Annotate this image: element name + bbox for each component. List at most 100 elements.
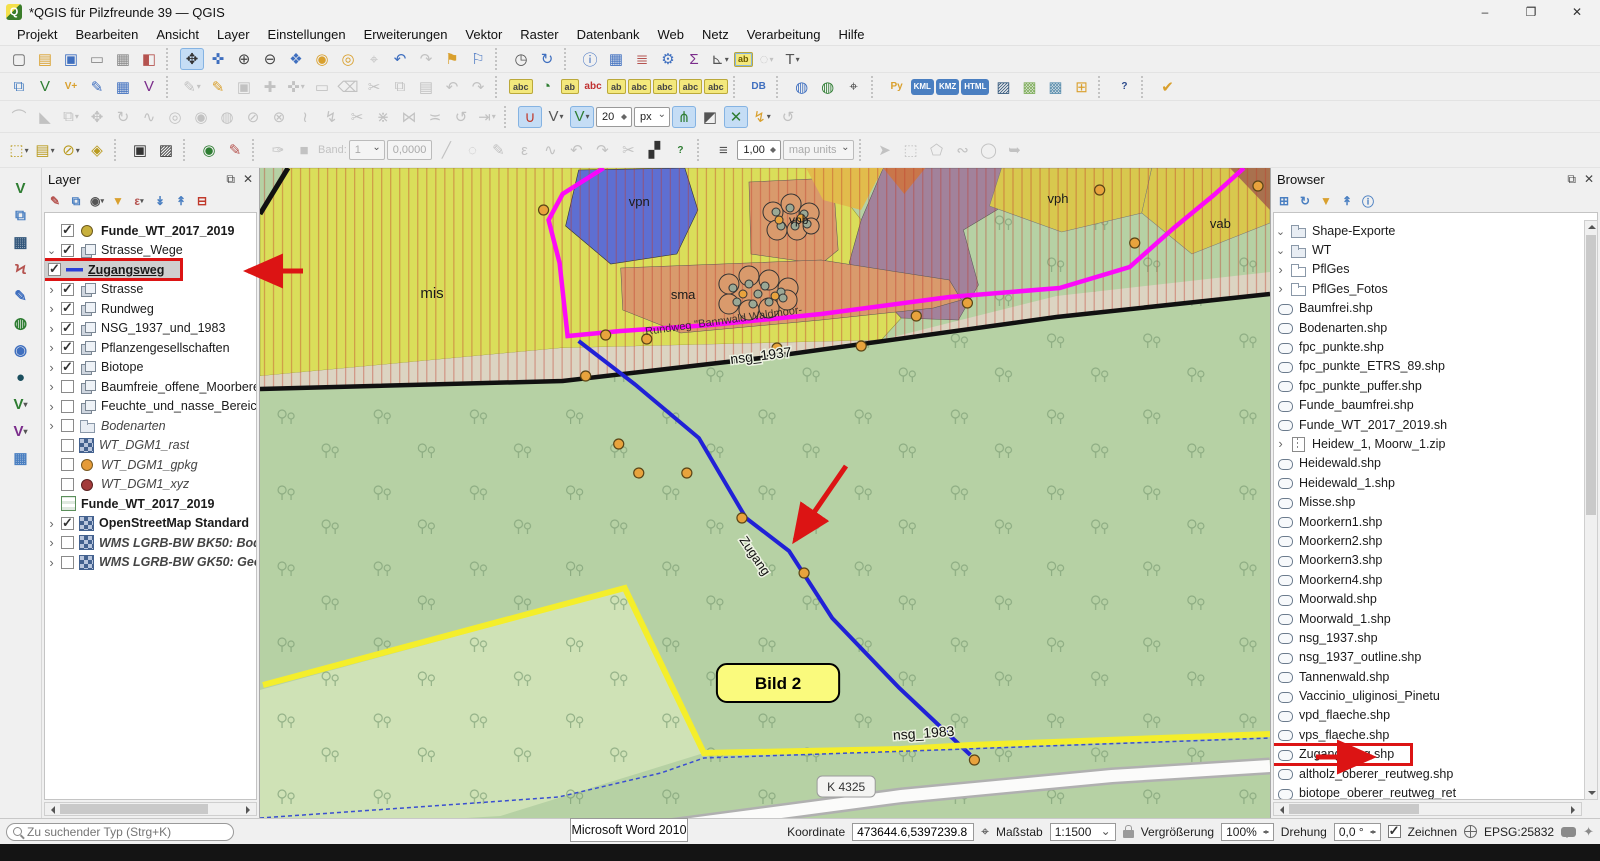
menu-item[interactable]: Einstellungen [259,25,355,44]
add-selected-layers[interactable]: ⊞ [1275,192,1293,210]
layer-visibility-checkbox[interactable] [61,458,74,471]
messages-icon[interactable] [1561,827,1576,837]
new-shapefile-layer[interactable]: V+ [59,76,83,98]
layer-visibility-checkbox[interactable] [61,556,74,569]
filter-legend[interactable]: ▼ [109,192,127,210]
add-ring[interactable]: ◎ [163,106,187,128]
tolerance-units[interactable]: px [634,107,670,127]
export-html[interactable]: HTML [961,79,989,95]
merge-features[interactable]: ⋈ [397,106,421,128]
expander-icon[interactable] [45,555,58,570]
zoom-to-selection[interactable]: ◉ [310,48,334,70]
restore-button[interactable]: ❐ [1508,0,1554,24]
pin-labels[interactable]: ab [561,79,580,94]
layer-tree-item[interactable]: WT_DGM1_rast [45,436,256,456]
menu-item[interactable]: Raster [511,25,567,44]
raster-color-swatch[interactable]: ■ [292,139,316,161]
geocoder[interactable]: ◌ [755,48,779,70]
layer-tree-item[interactable]: Rundweg [45,299,256,319]
select-by-location[interactable]: ◈ [85,139,109,161]
enable-tracing[interactable]: ↯ [750,106,774,128]
left-dock-tool-10[interactable]: V [6,418,36,444]
manage-map-themes[interactable]: ◉ [88,192,106,210]
layer-diagram[interactable]: ◔ [535,76,559,98]
menu-item[interactable]: Ansicht [147,25,208,44]
save-project[interactable]: ▣ [59,48,83,70]
raster-curve[interactable]: ∿ [538,139,562,161]
layer-visibility-checkbox[interactable] [61,244,74,257]
scroll-right-icon[interactable] [1567,803,1581,815]
snapping-mode[interactable]: V [544,106,568,128]
open-layer-styling[interactable]: ✎ [46,192,64,210]
expander-icon[interactable] [1274,262,1287,277]
layer-visibility-checkbox[interactable] [61,439,74,452]
left-dock-tool-11[interactable]: ▦ [6,445,36,471]
layer-tree-item[interactable]: OpenStreetMap Standard [45,514,256,534]
browser-item[interactable]: PflGes_Fotos [1274,279,1597,298]
filter-by-expression[interactable]: ε [130,192,148,210]
show-properties[interactable]: ⓘ [1359,192,1377,210]
collapse-all[interactable]: ↟ [1338,192,1356,210]
left-dock-tool-8[interactable]: ● [6,364,36,390]
identify-features[interactable]: ⓘ [578,48,602,70]
menu-item[interactable]: Verarbeitung [738,25,830,44]
browser-item[interactable]: Heidew_1, Moorw_1.zip [1274,434,1597,453]
zoom-out[interactable]: ⊖ [258,48,282,70]
add-part[interactable]: ◉ [189,106,213,128]
scroll-thumb[interactable] [1586,235,1596,515]
datasource-manager[interactable]: ⧉ [7,76,31,98]
layer-tree-item[interactable]: NSG_1937_und_1983 [45,319,256,339]
expander-icon[interactable] [1274,436,1287,451]
layer-visibility-checkbox[interactable] [48,263,61,276]
locator-search[interactable] [6,823,234,841]
geometry-checker[interactable]: ✔ [1155,76,1179,98]
scale-combo[interactable]: 1:1500 [1050,823,1116,841]
scroll-down-icon[interactable] [1584,787,1598,799]
expander-icon[interactable] [45,301,58,316]
raster-redo[interactable]: ↷ [590,139,614,161]
filter-browser[interactable]: ▼ [1317,192,1335,210]
save-edits[interactable]: ▣ [232,76,256,98]
menu-item[interactable]: Web [648,25,693,44]
color-grid-1[interactable]: ▩ [1017,76,1041,98]
raster-fill[interactable]: ◌ [460,139,484,161]
band-value[interactable]: 0,0000 [387,140,433,160]
zoom-native[interactable]: ⌖ [362,48,386,70]
show-hidden-labels[interactable]: abc [628,79,652,94]
processing-toolbox[interactable]: ⚙ [656,48,680,70]
browser-item[interactable]: biotope_oberer_reutweg_ret [1274,783,1597,800]
attribute-grid[interactable]: ⊞ [1069,76,1093,98]
layer-tree-item[interactable]: Feuchte_und_nasse_Bereiche [45,397,256,417]
delete-selected[interactable]: ⌫ [336,76,360,98]
band-label[interactable]: Band: [318,139,347,161]
left-dock-tool-4[interactable]: Ϟ [6,256,36,282]
menu-item[interactable]: Erweiterungen [355,25,457,44]
modify-attributes[interactable]: ▭ [310,76,334,98]
new-project[interactable]: ▢ [7,48,31,70]
new-gpx-layer[interactable]: ✎ [85,76,109,98]
pan-map[interactable]: ✥ [180,48,204,70]
browser-item[interactable]: Misse.shp [1274,492,1597,511]
render-checkbox[interactable] [1388,825,1401,838]
layer-tree-item[interactable]: WMS LGRB-BW GK50: Geo [45,553,256,573]
layer-visibility-checkbox[interactable] [61,419,74,432]
expander-icon[interactable] [45,379,58,394]
menu-item[interactable]: Bearbeiten [66,25,147,44]
layer-tree-item[interactable]: Strasse_Wege [45,241,256,261]
expander-icon[interactable] [45,340,58,355]
select-features[interactable]: ⬚ [7,139,31,161]
expander-icon[interactable] [45,535,58,550]
browser-item[interactable]: fpc_punkte_ETRS_89.shp [1274,357,1597,376]
open-project[interactable]: ▤ [33,48,57,70]
copy-features[interactable]: ⧉ [388,76,412,98]
copy-move-feature[interactable]: ⧉ [59,106,83,128]
serval-help[interactable]: ? [668,139,692,161]
layer-tree-item[interactable]: WT_DGM1_xyz [45,475,256,495]
export-kml[interactable]: KML [911,79,934,95]
raster-stroke[interactable]: ╱ [434,139,458,161]
browser-item[interactable]: WT [1274,240,1597,259]
current-edits[interactable]: ✎ [180,76,204,98]
topological-editing[interactable]: ⋔ [672,106,696,128]
new-temporary-layer[interactable]: ▦ [111,76,135,98]
browser-item[interactable]: Moorkern4.shp [1274,570,1597,589]
